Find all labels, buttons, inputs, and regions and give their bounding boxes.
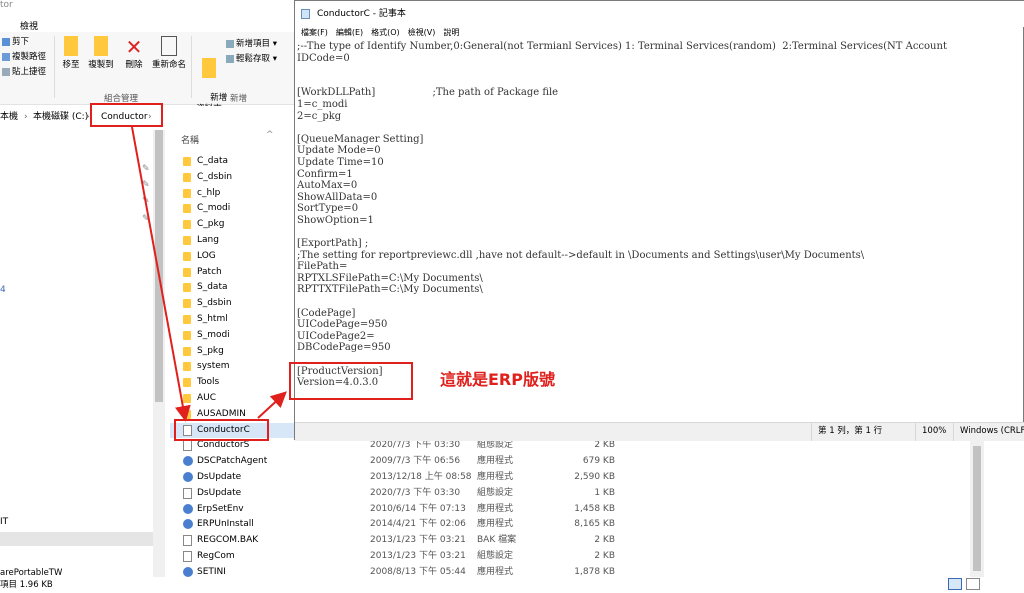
notepad-menu-item[interactable]: 檢視(V) <box>408 28 436 37</box>
notepad-menu-item[interactable]: 說明 <box>443 28 459 37</box>
notepad-status-bar: 第 1 列，第 1 行 100% Windows (CRLF <box>295 422 1024 441</box>
line-ending: Windows (CRLF <box>953 423 1024 441</box>
notepad-icon <box>301 9 310 19</box>
notepad-menu-item[interactable]: 格式(O) <box>371 28 400 37</box>
notepad-menu-item[interactable]: 檔案(F) <box>301 28 328 37</box>
version-highlight-box <box>289 362 413 400</box>
zoom-level: 100% <box>915 423 956 441</box>
annotation-arrow-up <box>257 391 287 419</box>
cursor-position: 第 1 列，第 1 行 <box>811 423 916 441</box>
annotation-arrow-down <box>131 126 191 422</box>
notepad-menu-item[interactable]: 編輯(E) <box>336 28 363 37</box>
notepad-menu-bar: 檔案(F) 編輯(E) 格式(O) 檢視(V) 說明 <box>295 27 1024 40</box>
notepad-title: ConductorC - 記事本 <box>317 9 406 19</box>
erp-version-annotation: 這就是ERP版號 <box>440 370 555 389</box>
notepad-title-bar: ConductorC - 記事本 <box>295 1 1024 27</box>
